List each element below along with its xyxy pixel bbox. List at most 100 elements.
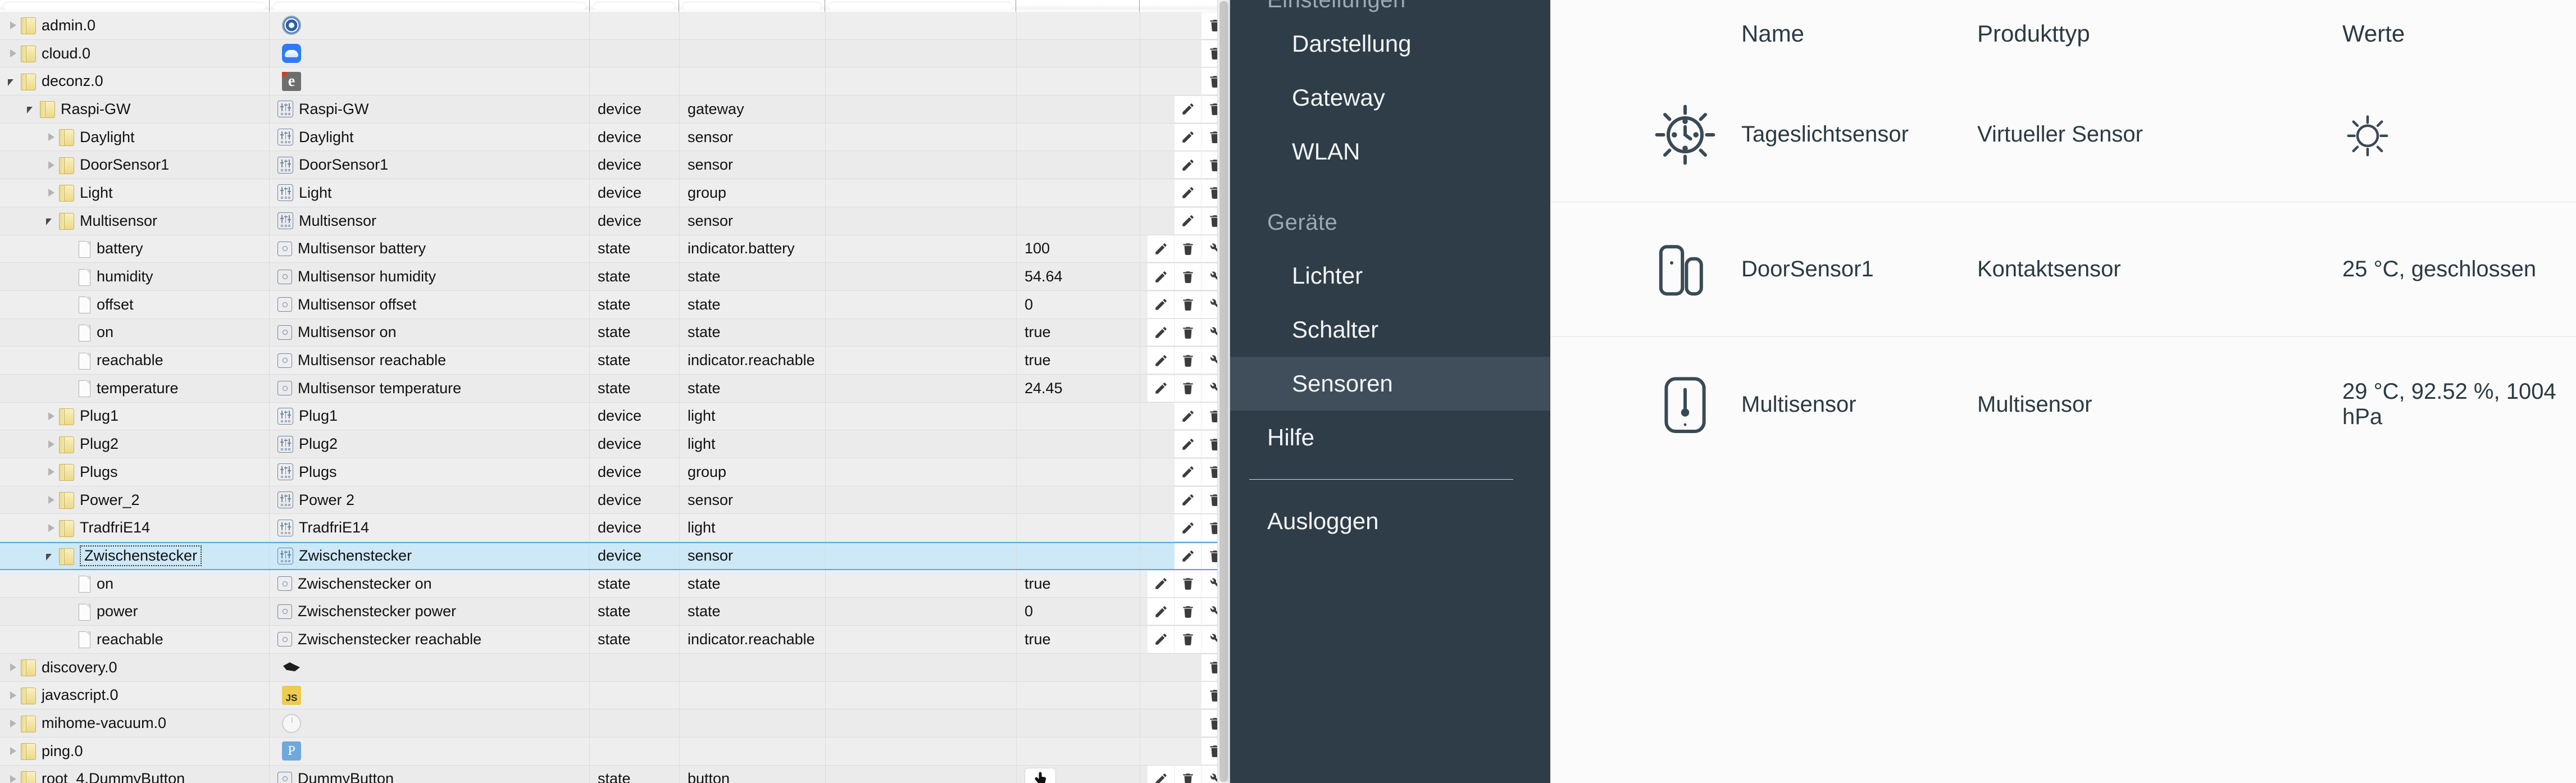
scrollbar-thumb[interactable] — [1219, 1, 1228, 782]
cell-name[interactable]: Power_2 — [0, 486, 270, 514]
cell-name[interactable]: admin.0 — [0, 12, 270, 39]
table-row[interactable]: offset Multisensor offset state state 0 — [0, 290, 1230, 319]
delete-button[interactable] — [1175, 291, 1201, 318]
expand-arrow-icon[interactable] — [44, 465, 58, 479]
nav-item-schalter[interactable]: Schalter — [1230, 303, 1550, 357]
object-name-label[interactable]: Zwischenstecker — [80, 545, 202, 567]
edit-button[interactable] — [1175, 431, 1201, 458]
edit-button[interactable] — [1148, 263, 1174, 290]
delete-button[interactable] — [1175, 235, 1201, 262]
expand-arrow-icon[interactable] — [6, 660, 20, 675]
nav-item-wlan[interactable]: WLAN — [1230, 125, 1550, 179]
cell-name[interactable]: reachable — [0, 347, 270, 374]
table-row[interactable]: on Multisensor on state state true — [0, 318, 1230, 347]
cell-name[interactable]: TradfriE14 — [0, 514, 270, 542]
filter-type[interactable] — [589, 0, 680, 12]
cell-name[interactable]: on — [0, 570, 270, 598]
nav-item-sensoren[interactable]: Sensoren — [1230, 357, 1550, 411]
cell-name[interactable]: deconz.0 — [0, 67, 270, 95]
table-row[interactable]: battery Multisensor battery state indicator… — [0, 235, 1230, 263]
expand-arrow-icon[interactable] — [44, 130, 58, 144]
table-row[interactable]: deconz.0 e — [0, 67, 1230, 96]
collapse-arrow-icon[interactable] — [44, 549, 58, 563]
table-row[interactable]: power Zwischenstecker power state state 0 — [0, 598, 1230, 626]
edit-button[interactable] — [1148, 598, 1174, 625]
cell-name[interactable]: javascript.0 — [0, 681, 270, 709]
table-row[interactable]: Multisensor Multisensor device sensor — [0, 207, 1230, 235]
table-row[interactable]: TradfriE14 TradfriE14 device light — [0, 514, 1230, 543]
collapse-arrow-icon[interactable] — [44, 213, 58, 228]
filter-role[interactable] — [679, 0, 826, 12]
edit-button[interactable] — [1175, 95, 1201, 122]
table-row[interactable]: humidity Multisensor humidity state state 54… — [0, 263, 1230, 291]
delete-button[interactable] — [1175, 570, 1201, 597]
cell-name[interactable]: on — [0, 318, 270, 347]
table-row[interactable]: admin.0 — [0, 12, 1230, 40]
edit-button[interactable] — [1175, 543, 1201, 569]
cell-name[interactable]: Plug2 — [0, 430, 270, 458]
cell-name[interactable]: Plugs — [0, 458, 270, 486]
table-row[interactable]: Plugs Plugs device group — [0, 458, 1230, 486]
table-row[interactable]: ping.0 P — [0, 737, 1230, 766]
table-row[interactable]: Raspi-GW Raspi-GW device gateway — [0, 95, 1230, 124]
cell-name[interactable]: mihome-vacuum.0 — [0, 709, 270, 737]
edit-button[interactable] — [1148, 570, 1174, 597]
edit-button[interactable] — [1148, 375, 1174, 402]
expand-arrow-icon[interactable] — [6, 772, 20, 783]
edit-button[interactable] — [1175, 458, 1201, 485]
edit-button[interactable] — [1148, 291, 1174, 318]
cell-name[interactable]: cloud.0 — [0, 39, 270, 67]
table-row[interactable]: DoorSensor1 DoorSensor1 device sensor — [0, 151, 1230, 180]
table-row[interactable]: Plug1 Plug1 device light — [0, 402, 1230, 431]
filter-description[interactable] — [269, 0, 590, 12]
edit-button[interactable] — [1148, 626, 1174, 653]
expand-arrow-icon[interactable] — [44, 158, 58, 172]
edit-button[interactable] — [1175, 403, 1201, 430]
sensor-list-item[interactable]: Tageslichtsensor Virtueller Sensor — [1550, 67, 2576, 202]
edit-button[interactable] — [1175, 515, 1201, 541]
expand-arrow-icon[interactable] — [44, 521, 58, 535]
table-row[interactable]: Light Light device group — [0, 179, 1230, 207]
cell-name[interactable]: discovery.0 — [0, 653, 270, 681]
filter-room[interactable] — [825, 0, 1017, 12]
expand-arrow-icon[interactable] — [44, 493, 58, 507]
delete-button[interactable] — [1175, 598, 1201, 625]
edit-button[interactable] — [1175, 207, 1201, 234]
expand-arrow-icon[interactable] — [6, 46, 20, 61]
filter-name[interactable] — [0, 0, 270, 12]
expand-arrow-icon[interactable] — [44, 437, 58, 452]
cell-name[interactable]: Daylight — [0, 123, 270, 151]
edit-button[interactable] — [1148, 319, 1174, 346]
cell-name[interactable]: Zwischenstecker — [0, 543, 270, 569]
expand-arrow-icon[interactable] — [6, 744, 20, 758]
edit-button[interactable] — [1148, 235, 1174, 262]
table-row[interactable]: root_4.DummyButton DummyButton state button — [0, 765, 1230, 783]
collapse-arrow-icon[interactable] — [6, 74, 20, 89]
cell-name[interactable]: root_4.DummyButton — [0, 765, 270, 783]
nav-item-logout[interactable]: Ausloggen — [1230, 494, 1550, 548]
cell-name[interactable]: Multisensor — [0, 207, 270, 235]
expand-arrow-icon[interactable] — [6, 688, 20, 703]
table-row[interactable]: Daylight Daylight device sensor — [0, 123, 1230, 152]
cell-name[interactable]: temperature — [0, 374, 270, 402]
cell-name[interactable]: DoorSensor1 — [0, 151, 270, 179]
delete-button[interactable] — [1175, 319, 1201, 346]
table-row[interactable]: Plug2 Plug2 device light — [0, 430, 1230, 458]
expand-arrow-icon[interactable] — [6, 18, 20, 33]
edit-button[interactable] — [1148, 347, 1174, 374]
column-filter-row[interactable] — [0, 0, 1230, 12]
edit-button[interactable] — [1175, 179, 1201, 206]
table-row[interactable]: on Zwischenstecker on state state true — [0, 570, 1230, 598]
delete-button[interactable] — [1175, 263, 1201, 290]
edit-button[interactable] — [1175, 486, 1201, 513]
table-row[interactable]: reachable Zwischenstecker reachable state i… — [0, 626, 1230, 654]
edit-button[interactable] — [1148, 766, 1174, 783]
table-row[interactable]: mihome-vacuum.0 — [0, 709, 1230, 738]
table-row[interactable]: cloud.0 — [0, 39, 1230, 68]
cell-name[interactable]: battery — [0, 235, 270, 263]
expand-arrow-icon[interactable] — [44, 409, 58, 424]
table-row[interactable]: discovery.0 — [0, 653, 1230, 682]
cell-name[interactable]: humidity — [0, 263, 270, 290]
cell-name[interactable]: reachable — [0, 626, 270, 653]
sensor-list-item[interactable]: DoorSensor1 Kontaktsensor 25 °C, geschloss… — [1550, 202, 2576, 337]
